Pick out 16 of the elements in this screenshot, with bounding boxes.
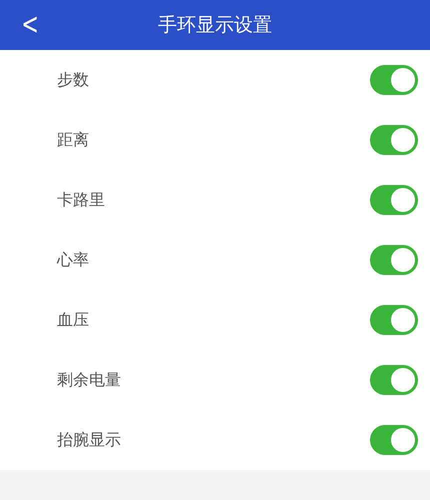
setting-label: 抬腕显示 xyxy=(57,429,121,451)
setting-label: 剩余电量 xyxy=(57,369,121,391)
toggle-switch[interactable] xyxy=(370,365,418,395)
page-title: 手环显示设置 xyxy=(158,13,272,38)
setting-label: 卡路里 xyxy=(57,189,105,211)
toggle-switch[interactable] xyxy=(370,125,418,155)
toggle-switch[interactable] xyxy=(370,185,418,215)
setting-label: 步数 xyxy=(57,69,89,91)
setting-label: 距离 xyxy=(57,129,89,151)
toggle-switch[interactable] xyxy=(370,425,418,455)
setting-label: 血压 xyxy=(57,309,89,331)
back-button[interactable]: < xyxy=(18,6,42,44)
setting-label: 心率 xyxy=(57,249,89,271)
toggle-switch[interactable] xyxy=(370,245,418,275)
toggle-switch[interactable] xyxy=(370,305,418,335)
toggle-switch[interactable] xyxy=(370,65,418,95)
